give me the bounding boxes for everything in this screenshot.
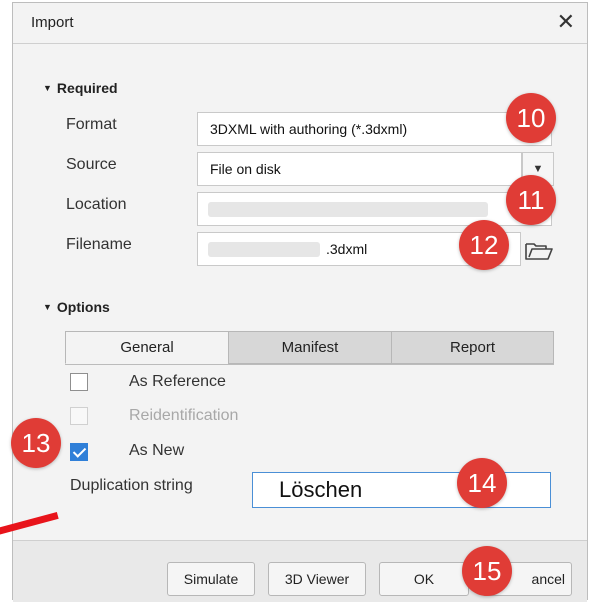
annotation-badge-15: 15 xyxy=(462,546,512,596)
collapse-triangle-icon: ▼ xyxy=(43,302,52,312)
simulate-button[interactable]: Simulate xyxy=(167,562,255,596)
collapse-triangle-icon: ▼ xyxy=(43,83,52,93)
location-field[interactable] xyxy=(197,192,552,226)
required-header-label: Required xyxy=(56,80,118,96)
location-label: Location xyxy=(66,196,127,213)
ok-button[interactable]: OK xyxy=(379,562,469,596)
source-select[interactable]: File on disk xyxy=(197,152,522,186)
import-dialog: Import ✕ ▼ Required Format 3DXML with aut… xyxy=(12,2,588,602)
duplication-string-label: Duplication string xyxy=(70,477,193,494)
folder-open-icon[interactable] xyxy=(524,240,554,262)
tab-general[interactable]: General xyxy=(65,331,229,364)
annotation-badge-10: 10 xyxy=(506,93,556,143)
options-tabs: General Manifest Report xyxy=(65,331,554,365)
as-reference-label: As Reference xyxy=(129,373,226,390)
required-section-header[interactable]: ▼ Required xyxy=(43,80,118,96)
format-field[interactable]: 3DXML with authoring (*.3dxml) xyxy=(197,112,552,146)
title-bar: Import ✕ xyxy=(13,3,587,44)
3d-viewer-button[interactable]: 3D Viewer xyxy=(268,562,366,596)
options-section-header[interactable]: ▼ Options xyxy=(43,299,110,315)
annotation-badge-11: 11 xyxy=(506,175,556,225)
options-header-label: Options xyxy=(56,299,110,315)
as-new-checkbox[interactable] xyxy=(70,443,88,461)
duplication-string-value: Löschen xyxy=(279,477,363,502)
annotation-badge-13: 13 xyxy=(11,418,61,468)
filename-label: Filename xyxy=(66,236,132,253)
reidentification-label: Reidentification xyxy=(129,407,239,424)
as-reference-checkbox[interactable] xyxy=(70,373,88,391)
filename-value: .3dxml xyxy=(326,241,368,257)
as-new-label: As New xyxy=(129,442,185,459)
redacted-location-text xyxy=(208,202,488,217)
reidentification-checkbox[interactable] xyxy=(70,407,88,425)
tab-report[interactable]: Report xyxy=(391,331,554,364)
dialog-title: Import xyxy=(31,14,74,31)
redacted-filename-text xyxy=(208,242,320,257)
close-icon[interactable]: ✕ xyxy=(557,9,575,35)
format-value: 3DXML with authoring (*.3dxml) xyxy=(210,121,408,137)
source-label: Source xyxy=(66,156,117,173)
source-value: File on disk xyxy=(210,161,281,177)
format-label: Format xyxy=(66,116,117,133)
tab-manifest[interactable]: Manifest xyxy=(228,331,392,364)
annotation-badge-12: 12 xyxy=(459,220,509,270)
annotation-badge-14: 14 xyxy=(457,458,507,508)
